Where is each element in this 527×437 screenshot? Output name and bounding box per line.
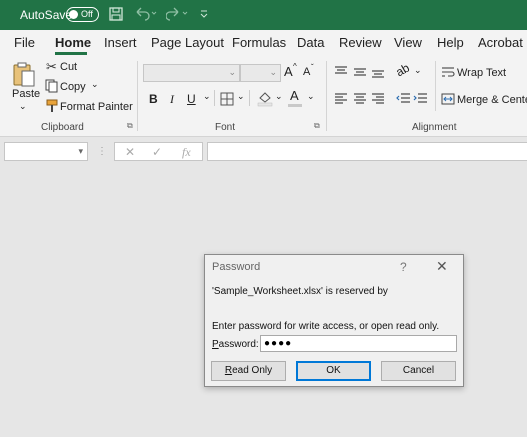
caret-down-icon: ˇ [311,63,314,72]
orientation-icon[interactable]: ab [393,61,412,80]
dialog-title: Password [212,261,261,273]
undo-icon[interactable] [133,6,157,22]
cancel-entry-icon[interactable]: ✕ [125,145,135,159]
read-only-label: ead Only [232,365,273,376]
merge-center-icon[interactable] [441,93,455,105]
alignment-group-label: Alignment [412,122,457,133]
font-color-dropdown-icon[interactable]: ⌄ [307,91,315,102]
ribbon-tabs: File Home Insert Page Layout Formulas Da… [0,30,527,55]
merge-center-button[interactable]: Merge & Center [457,94,527,106]
insert-function-icon[interactable]: fx [182,145,191,160]
chevron-down-icon: ⌄ [269,67,277,77]
font-color-swatch [288,104,302,107]
divider [214,90,215,106]
formula-bar: ▾ ⋮ ✕ ✓ fx [0,137,527,166]
toggle-knob [69,10,78,19]
autosave-toggle[interactable]: Off [66,7,99,22]
chevron-down-icon[interactable]: ▾ [78,146,83,157]
copy-icon[interactable] [45,79,59,93]
save-icon[interactable] [109,6,123,22]
redo-icon[interactable] [166,6,190,22]
clipboard-launcher-icon[interactable]: ⧉ [127,121,133,131]
formula-buttons: ✕ ✓ fx [114,142,203,161]
autosave-label: AutoSave [20,8,73,22]
indent-icons[interactable] [396,92,430,106]
tab-home[interactable]: Home [55,35,91,50]
borders-icon[interactable] [220,92,234,106]
formula-bar-grip-icon[interactable]: ⋮ [97,146,107,157]
clipboard-group-label: Clipboard [41,122,84,133]
cut-icon[interactable]: ✂ [46,59,57,75]
borders-dropdown-icon[interactable]: ⌄ [237,91,245,102]
horizontal-align-icons [335,93,384,104]
fill-color-dropdown-icon[interactable]: ⌄ [275,91,283,102]
wrap-text-button[interactable]: Wrap Text [457,67,506,79]
underline-button[interactable]: U [187,92,196,106]
tab-view[interactable]: View [394,35,422,50]
read-only-button[interactable]: Read Only [211,361,286,381]
customize-quick-access-icon[interactable] [199,6,209,22]
italic-button[interactable]: I [170,92,174,107]
tab-data[interactable]: Data [297,35,324,50]
autosave-state: Off [81,9,93,19]
confirm-entry-icon[interactable]: ✓ [152,145,162,159]
increase-font-size-icon[interactable]: A [284,64,293,79]
tab-file[interactable]: File [14,35,35,50]
divider [249,90,250,106]
password-dialog: Password ? ✕ 'Sample_Worksheet.xlsx' is … [204,254,464,387]
ribbon: Paste ⌄ ✂ Cut Copy ⌄ Format Painter Clip… [0,55,527,137]
orientation-dropdown-icon[interactable]: ⌄ [414,65,422,76]
font-group-label: Font [215,122,236,133]
cancel-button[interactable]: Cancel [381,361,456,381]
close-icon[interactable]: ✕ [436,258,448,275]
bold-button[interactable]: B [149,92,158,106]
copy-button[interactable]: Copy [60,81,86,93]
reserved-message: 'Sample_Worksheet.xlsx' is reserved by [212,286,388,297]
tab-help[interactable]: Help [437,35,464,50]
password-label: Password: [212,339,259,350]
tab-formulas[interactable]: Formulas [232,35,286,50]
tab-page-layout[interactable]: Page Layout [151,35,224,50]
tab-review[interactable]: Review [339,35,382,50]
paste-dropdown-icon[interactable]: ⌄ [19,101,27,112]
tab-acrobat[interactable]: Acrobat [478,35,523,50]
tab-insert[interactable]: Insert [104,35,137,50]
font-color-icon[interactable]: A [290,88,299,103]
format-painter-icon[interactable] [45,99,59,113]
underline-dropdown-icon[interactable]: ⌄ [203,91,211,102]
help-icon[interactable]: ? [400,260,407,274]
paste-icon[interactable] [12,61,36,89]
caret-up-icon: ^ [293,62,297,71]
cut-button[interactable]: Cut [60,61,77,73]
vertical-align-icons [335,66,384,78]
group-separator [326,61,327,131]
instruction-message: Enter password for write access, or open… [212,321,440,332]
chevron-down-icon: ⌄ [228,67,236,77]
password-label-rest: assword: [218,339,259,350]
formula-input[interactable] [207,142,527,161]
font-name-combo[interactable]: ⌄ [143,64,240,82]
wrap-text-icon[interactable] [441,66,455,78]
copy-dropdown-icon[interactable]: ⌄ [91,79,99,90]
font-launcher-icon[interactable]: ⧉ [314,121,320,131]
group-separator [137,61,138,131]
ok-button[interactable]: OK [296,361,371,381]
fill-color-icon[interactable] [257,90,273,107]
name-box[interactable]: ▾ [4,142,88,161]
decrease-font-size-icon[interactable]: A [303,66,310,78]
divider [435,61,436,111]
password-input[interactable]: ●●●● [260,335,457,352]
password-label-accesskey: P [212,339,219,350]
font-size-combo[interactable]: ⌄ [240,64,281,82]
read-only-accesskey: R [224,365,233,376]
title-bar: AutoSave Off [0,0,527,30]
paste-button[interactable]: Paste [12,88,40,100]
format-painter-button[interactable]: Format Painter [60,101,133,113]
